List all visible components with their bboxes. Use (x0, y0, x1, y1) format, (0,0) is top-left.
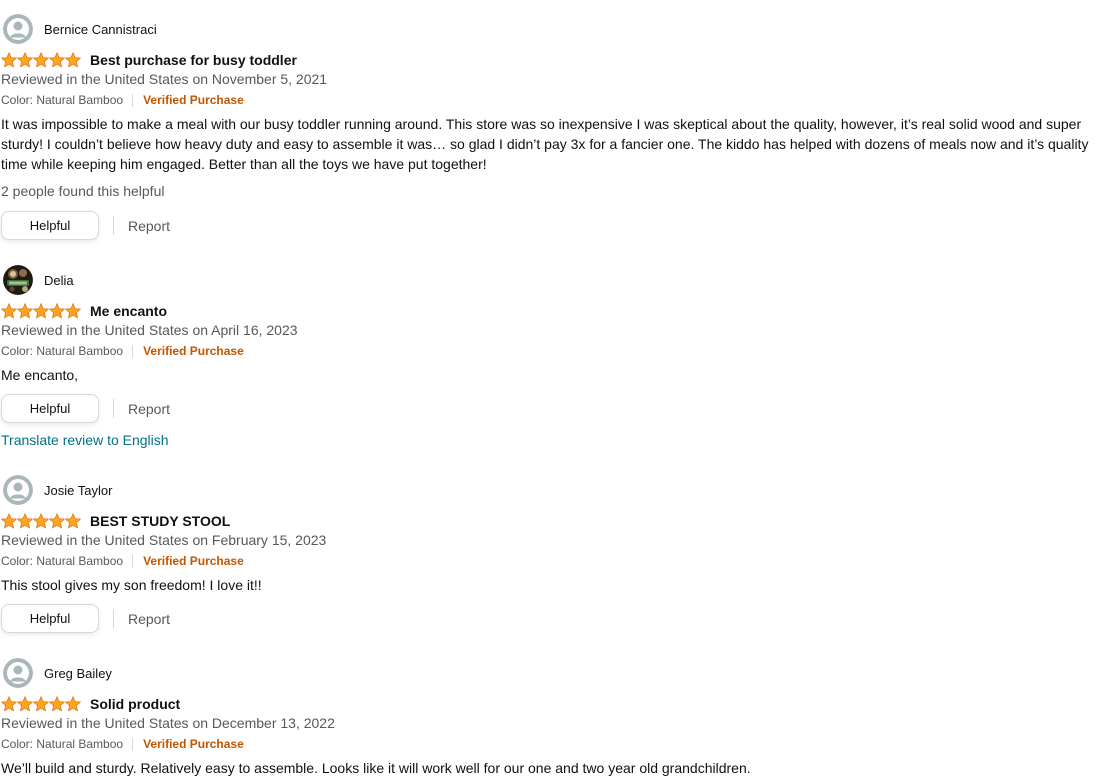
review-title[interactable]: Best purchase for busy toddler (90, 52, 297, 68)
star-icon (49, 513, 65, 529)
star-icon (65, 303, 81, 319)
reviewer-name[interactable]: Delia (44, 273, 74, 288)
report-link[interactable]: Report (128, 401, 170, 417)
default-avatar-icon (3, 658, 33, 688)
reviewer-profile[interactable]: Delia (3, 265, 74, 295)
divider (113, 399, 114, 418)
star-icon (65, 513, 81, 529)
review-date: Reviewed in the United States on Novembe… (1, 71, 328, 87)
star-rating[interactable] (1, 513, 81, 529)
star-icon (65, 52, 81, 68)
review-body: It was impossible to make a meal with ou… (1, 116, 1089, 172)
divider (132, 93, 134, 107)
divider (113, 216, 114, 235)
product-variant[interactable]: Color: Natural Bamboo (1, 554, 123, 568)
verified-purchase-badge: Verified Purchase (143, 554, 244, 568)
reviewer-name[interactable]: Josie Taylor (44, 483, 112, 498)
star-icon (1, 696, 17, 712)
default-avatar-icon (3, 14, 33, 44)
star-icon (17, 696, 33, 712)
review-date: Reviewed in the United States on Februar… (1, 532, 327, 548)
divider (132, 554, 134, 568)
helpful-count: 2 people found this helpful (1, 183, 165, 199)
divider (113, 609, 114, 628)
star-icon (65, 696, 81, 712)
review-title[interactable]: BEST STUDY STOOL (90, 513, 230, 529)
review-body: This stool gives my son freedom! I love … (1, 577, 262, 593)
star-icon (1, 303, 17, 319)
verified-purchase-badge: Verified Purchase (143, 344, 244, 358)
reviewer-profile[interactable]: Bernice Cannistraci (3, 14, 157, 44)
default-avatar-icon (3, 475, 33, 505)
divider (132, 737, 134, 751)
reviewer-name[interactable]: Greg Bailey (44, 666, 112, 681)
star-icon (17, 52, 33, 68)
helpful-button[interactable]: Helpful (1, 211, 99, 240)
reviewer-profile[interactable]: Greg Bailey (3, 658, 112, 688)
star-icon (33, 52, 49, 68)
reviewer-name[interactable]: Bernice Cannistraci (44, 22, 157, 37)
star-icon (1, 513, 17, 529)
star-icon (49, 303, 65, 319)
verified-purchase-badge: Verified Purchase (143, 737, 244, 751)
helpful-button[interactable]: Helpful (1, 604, 99, 633)
translate-review-link[interactable]: Translate review to English (1, 432, 169, 448)
star-rating[interactable] (1, 52, 81, 68)
star-icon (33, 696, 49, 712)
star-icon (17, 513, 33, 529)
star-icon (49, 696, 65, 712)
review-date: Reviewed in the United States on Decembe… (1, 715, 335, 731)
photo-avatar-icon (3, 265, 33, 295)
divider (132, 344, 134, 358)
review-title[interactable]: Me encanto (90, 303, 167, 319)
product-variant[interactable]: Color: Natural Bamboo (1, 737, 123, 751)
star-icon (33, 303, 49, 319)
review-body: Me encanto, (1, 367, 79, 383)
review-body: We’ll build and sturdy. Relatively easy … (1, 760, 751, 776)
review-title[interactable]: Solid product (90, 696, 180, 712)
review-date: Reviewed in the United States on April 1… (1, 322, 298, 338)
report-link[interactable]: Report (128, 218, 170, 234)
star-rating[interactable] (1, 696, 81, 712)
report-link[interactable]: Report (128, 611, 170, 627)
product-variant[interactable]: Color: Natural Bamboo (1, 344, 123, 358)
reviewer-profile[interactable]: Josie Taylor (3, 475, 112, 505)
product-variant[interactable]: Color: Natural Bamboo (1, 93, 123, 107)
star-icon (17, 303, 33, 319)
star-icon (49, 52, 65, 68)
star-icon (33, 513, 49, 529)
verified-purchase-badge: Verified Purchase (143, 93, 244, 107)
helpful-button[interactable]: Helpful (1, 394, 99, 423)
star-rating[interactable] (1, 303, 81, 319)
star-icon (1, 52, 17, 68)
